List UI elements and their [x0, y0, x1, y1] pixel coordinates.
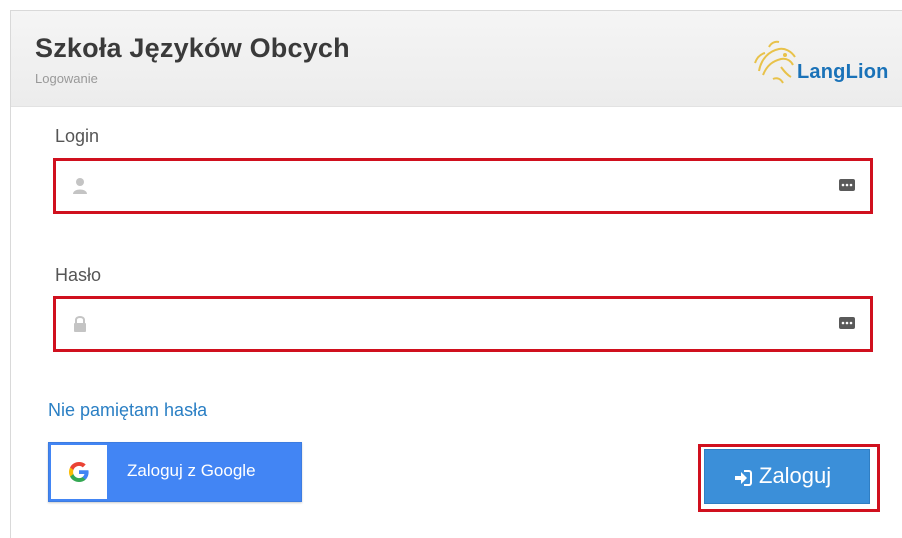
password-manager-icon[interactable] — [838, 314, 856, 332]
login-field[interactable] — [53, 158, 873, 214]
panel-header: Szkoła Języków Obcych Logowanie LangLion — [11, 11, 902, 107]
password-input[interactable] — [96, 307, 816, 341]
langlion-logo: LangLion — [751, 37, 899, 89]
password-manager-icon[interactable] — [838, 176, 856, 194]
lion-icon — [754, 40, 796, 84]
forgot-password-link[interactable]: Nie pamiętam hasła — [48, 400, 207, 421]
google-button-label: Zaloguj z Google — [127, 461, 256, 480]
login-input[interactable] — [96, 169, 816, 203]
user-icon — [73, 178, 87, 194]
sign-in-icon — [735, 470, 752, 486]
password-label: Hasło — [55, 265, 102, 285]
logo-text: LangLion — [797, 61, 889, 83]
login-label: Login — [55, 126, 100, 146]
page-title: Szkoła Języków Obcych — [35, 33, 350, 63]
google-login-button[interactable]: Zaloguj z Google — [48, 442, 302, 502]
google-g-icon — [69, 462, 89, 482]
login-button-label: Zaloguj — [759, 463, 832, 488]
google-logo-box — [51, 445, 107, 499]
login-button[interactable]: Zaloguj — [704, 449, 870, 504]
lock-icon — [74, 316, 86, 332]
page-subtitle: Logowanie — [35, 71, 98, 86]
password-field[interactable] — [53, 296, 873, 352]
